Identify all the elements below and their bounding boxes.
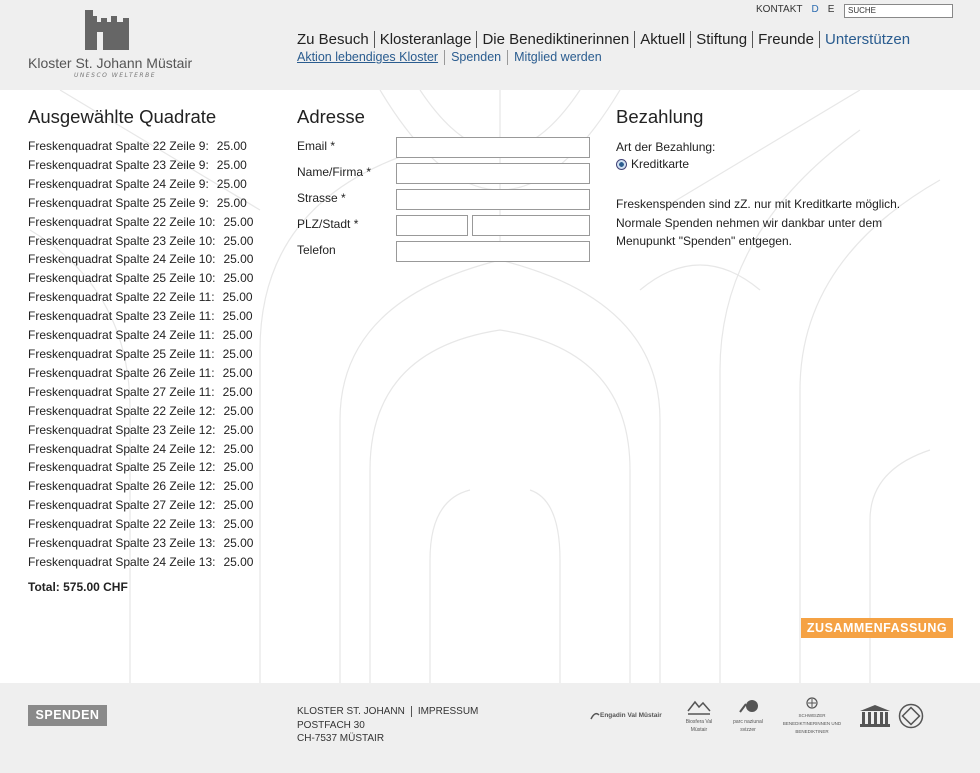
name-label: Name/Firma * [297, 165, 372, 179]
list-item: Freskenquadrat Spalte 24 Zeile 10: 25.00 [28, 252, 254, 267]
list-item: Freskenquadrat Spalte 24 Zeile 9: 25.00 [28, 176, 247, 191]
city-field[interactable] [472, 215, 590, 236]
selected-squares-list: Freskenquadrat Spalte 22 Zeile 9: 25.00 F… [28, 137, 288, 572]
name-row: Name/Firma * [297, 163, 597, 189]
lang-e-link[interactable]: E [828, 4, 835, 15]
nav-unterstuetzen[interactable]: Unterstützen [819, 31, 915, 48]
email-field[interactable] [396, 137, 590, 158]
footer-org: KLOSTER ST. JOHANN [297, 706, 405, 717]
address-form: Email * Name/Firma * Strasse * PLZ/Stadt… [297, 137, 597, 267]
nav-stiftung[interactable]: Stiftung [690, 31, 752, 48]
lang-d-link[interactable]: D [811, 4, 818, 15]
list-item: Freskenquadrat Spalte 22 Zeile 13: 25.00 [28, 517, 254, 532]
street-row: Strasse * [297, 189, 597, 215]
selected-squares-section: Ausgewählte Quadrate Freskenquadrat Spal… [28, 106, 288, 594]
list-item: Freskenquadrat Spalte 27 Zeile 12: 25.00 [28, 498, 254, 513]
list-item: Freskenquadrat Spalte 22 Zeile 11: 25.00 [28, 290, 253, 305]
parc-naziunal-icon [739, 699, 758, 713]
list-item: Freskenquadrat Spalte 25 Zeile 9: 25.00 [28, 195, 247, 210]
engadin-logo[interactable]: Engadin Val Müstair [590, 711, 672, 721]
credit-card-option[interactable]: Kreditkarte [616, 157, 906, 171]
list-item: Freskenquadrat Spalte 26 Zeile 12: 25.00 [28, 479, 254, 494]
parc-naziunal-logo[interactable]: parc naziunal svizzer [728, 699, 768, 734]
contact-link[interactable]: KONTAKT [756, 4, 802, 15]
biosfera-logo[interactable]: Biosfera Val Müstair [684, 699, 714, 734]
summary-button[interactable]: ZUSAMMENFASSUNG [801, 618, 953, 638]
selected-squares-title: Ausgewählte Quadrate [28, 106, 217, 127]
name-field[interactable] [396, 163, 590, 184]
unesco-temple-icon[interactable] [858, 704, 892, 728]
list-item: Freskenquadrat Spalte 26 Zeile 11: 25.00 [28, 365, 253, 380]
list-item: Freskenquadrat Spalte 23 Zeile 10: 25.00 [28, 233, 254, 248]
engadin-swoosh-icon [590, 712, 600, 720]
payment-title: Bezahlung [616, 106, 704, 127]
list-item: Freskenquadrat Spalte 25 Zeile 11: 25.00 [28, 346, 253, 361]
footer-city: CH-7537 MÜSTAIR [297, 733, 385, 744]
benedictines-shield-icon [806, 696, 818, 709]
page-header: Kloster St. Johann Müstair UNESCO WELTER… [0, 0, 980, 90]
list-item: Freskenquadrat Spalte 25 Zeile 12: 25.00 [28, 460, 254, 475]
plz-city-row: PLZ/Stadt * [297, 215, 597, 241]
top-links: KONTAKT D E [756, 4, 843, 15]
email-row: Email * [297, 137, 597, 163]
nav-zu-besuch[interactable]: Zu Besuch [297, 31, 374, 48]
payment-note: Freskenspenden sind zZ. nur mit Kreditka… [616, 197, 901, 249]
search-input[interactable]: SUCHE [844, 4, 953, 18]
list-item: Freskenquadrat Spalte 24 Zeile 12: 25.00 [28, 441, 254, 456]
main-nav: Zu Besuch Klosteranlage Die Benediktiner… [297, 31, 915, 48]
biosfera-mountain-icon [687, 700, 711, 715]
plz-city-label: PLZ/Stadt * [297, 217, 359, 231]
impressum-link[interactable]: IMPRESSUM [418, 706, 479, 717]
total-amount: Total: 575.00 CHF [28, 579, 128, 594]
phone-label: Telefon [297, 243, 336, 257]
world-heritage-emblem-icon[interactable] [898, 703, 924, 729]
list-item: Freskenquadrat Spalte 24 Zeile 11: 25.00 [28, 328, 253, 343]
list-item: Freskenquadrat Spalte 23 Zeile 11: 25.00 [28, 309, 253, 324]
street-field[interactable] [396, 189, 590, 210]
email-label: Email * [297, 139, 336, 153]
payment-section: Bezahlung Art der Bezahlung: Kreditkarte… [616, 106, 906, 251]
nav-klosteranlage[interactable]: Klosteranlage [373, 31, 477, 48]
list-item: Freskenquadrat Spalte 27 Zeile 11: 25.00 [28, 384, 253, 399]
list-item: Freskenquadrat Spalte 22 Zeile 10: 25.00 [28, 214, 254, 229]
list-item: Freskenquadrat Spalte 23 Zeile 9: 25.00 [28, 157, 247, 172]
phone-row: Telefon [297, 241, 597, 267]
page-footer: SPENDEN KLOSTER ST. JOHANN IMPRESSUM POST… [0, 683, 980, 773]
footer-address: KLOSTER ST. JOHANN IMPRESSUM POSTFACH 30 … [297, 705, 478, 746]
list-item: Freskenquadrat Spalte 22 Zeile 9: 25.00 [28, 139, 247, 153]
list-item: Freskenquadrat Spalte 24 Zeile 13: 25.00 [28, 554, 254, 569]
brand-name: Kloster St. Johann Müstair [28, 55, 193, 71]
radio-selected-icon[interactable] [616, 158, 627, 170]
nav-benediktinerinnen[interactable]: Die Benediktinerinnen [476, 31, 634, 48]
nav-freunde[interactable]: Freunde [752, 31, 819, 48]
list-item: Freskenquadrat Spalte 23 Zeile 12: 25.00 [28, 422, 254, 437]
address-section: Adresse Email * Name/Firma * Strasse * P… [297, 106, 597, 267]
list-item: Freskenquadrat Spalte 22 Zeile 12: 25.00 [28, 403, 254, 418]
subnav-mitglied-werden[interactable]: Mitglied werden [507, 50, 608, 65]
nav-aktuell[interactable]: Aktuell [634, 31, 690, 48]
payment-type-label: Art der Bezahlung: [616, 140, 716, 154]
logo[interactable]: Kloster St. Johann Müstair UNESCO WELTER… [28, 8, 192, 80]
donate-button[interactable]: SPENDEN [28, 705, 107, 726]
footer-postfach: POSTFACH 30 [297, 719, 365, 731]
street-label: Strasse * [297, 191, 346, 205]
address-title: Adresse [297, 106, 365, 127]
brand-subtitle: UNESCO WELTERBE [74, 72, 156, 79]
subnav-spenden[interactable]: Spenden [444, 50, 507, 65]
phone-field[interactable] [396, 241, 590, 262]
monastery-logo-icon [85, 10, 129, 50]
list-item: Freskenquadrat Spalte 25 Zeile 10: 25.00 [28, 271, 254, 286]
subnav-aktion-lebendiges-kloster[interactable]: Aktion lebendiges Kloster [297, 50, 444, 65]
partner-logos: Engadin Val Müstair Biosfera Val Müstair… [590, 691, 924, 741]
benedictines-logo[interactable]: SCHWEIZER BENEDIKTINERINNEN UND BENEDIKT… [780, 696, 844, 736]
sub-nav: Aktion lebendiges Kloster Spenden Mitgli… [297, 50, 608, 65]
credit-card-label: Kreditkarte [631, 157, 690, 171]
footer-divider [410, 706, 412, 717]
list-item: Freskenquadrat Spalte 23 Zeile 13: 25.00 [28, 536, 254, 551]
plz-field[interactable] [396, 215, 468, 236]
